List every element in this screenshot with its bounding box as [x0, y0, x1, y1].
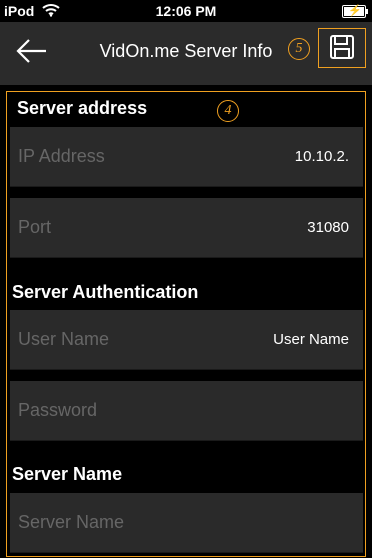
username-label: User Name — [18, 329, 110, 349]
callout-badge-5: 5 — [288, 38, 310, 60]
battery-charging-icon: ⚡ — [342, 5, 368, 18]
callout-badge-4: 4 — [217, 100, 239, 122]
ip-address-field[interactable]: IP Address 10.10.2. — [10, 127, 363, 187]
port-label: Port — [18, 217, 52, 237]
status-bar: iPod 12:06 PM ⚡ — [0, 0, 372, 22]
status-time: 12:06 PM — [155, 3, 217, 19]
navigation-bar: VidOn.me Server Info 5 — [0, 22, 372, 85]
password-label: Password — [18, 400, 98, 420]
port-value: 31080 — [307, 219, 349, 236]
page-title: VidOn.me Server Info — [99, 41, 273, 61]
section-title-server-address: Server address — [17, 98, 148, 118]
server-name-field[interactable]: Server Name — [10, 493, 363, 553]
server-name-label: Server Name — [18, 512, 125, 532]
save-button[interactable] — [318, 28, 366, 68]
ip-address-value: 10.10.2. — [294, 148, 349, 165]
port-field[interactable]: Port 31080 — [10, 198, 363, 258]
section-title-server-name: Server Name — [12, 464, 123, 484]
section-title-server-authentication: Server Authentication — [12, 282, 199, 302]
username-field[interactable]: User Name User Name — [10, 310, 363, 370]
username-value: User Name — [273, 331, 349, 348]
floppy-disk-icon — [330, 35, 354, 59]
password-field[interactable]: Password — [10, 381, 363, 441]
ip-address-label: IP Address — [18, 146, 105, 166]
